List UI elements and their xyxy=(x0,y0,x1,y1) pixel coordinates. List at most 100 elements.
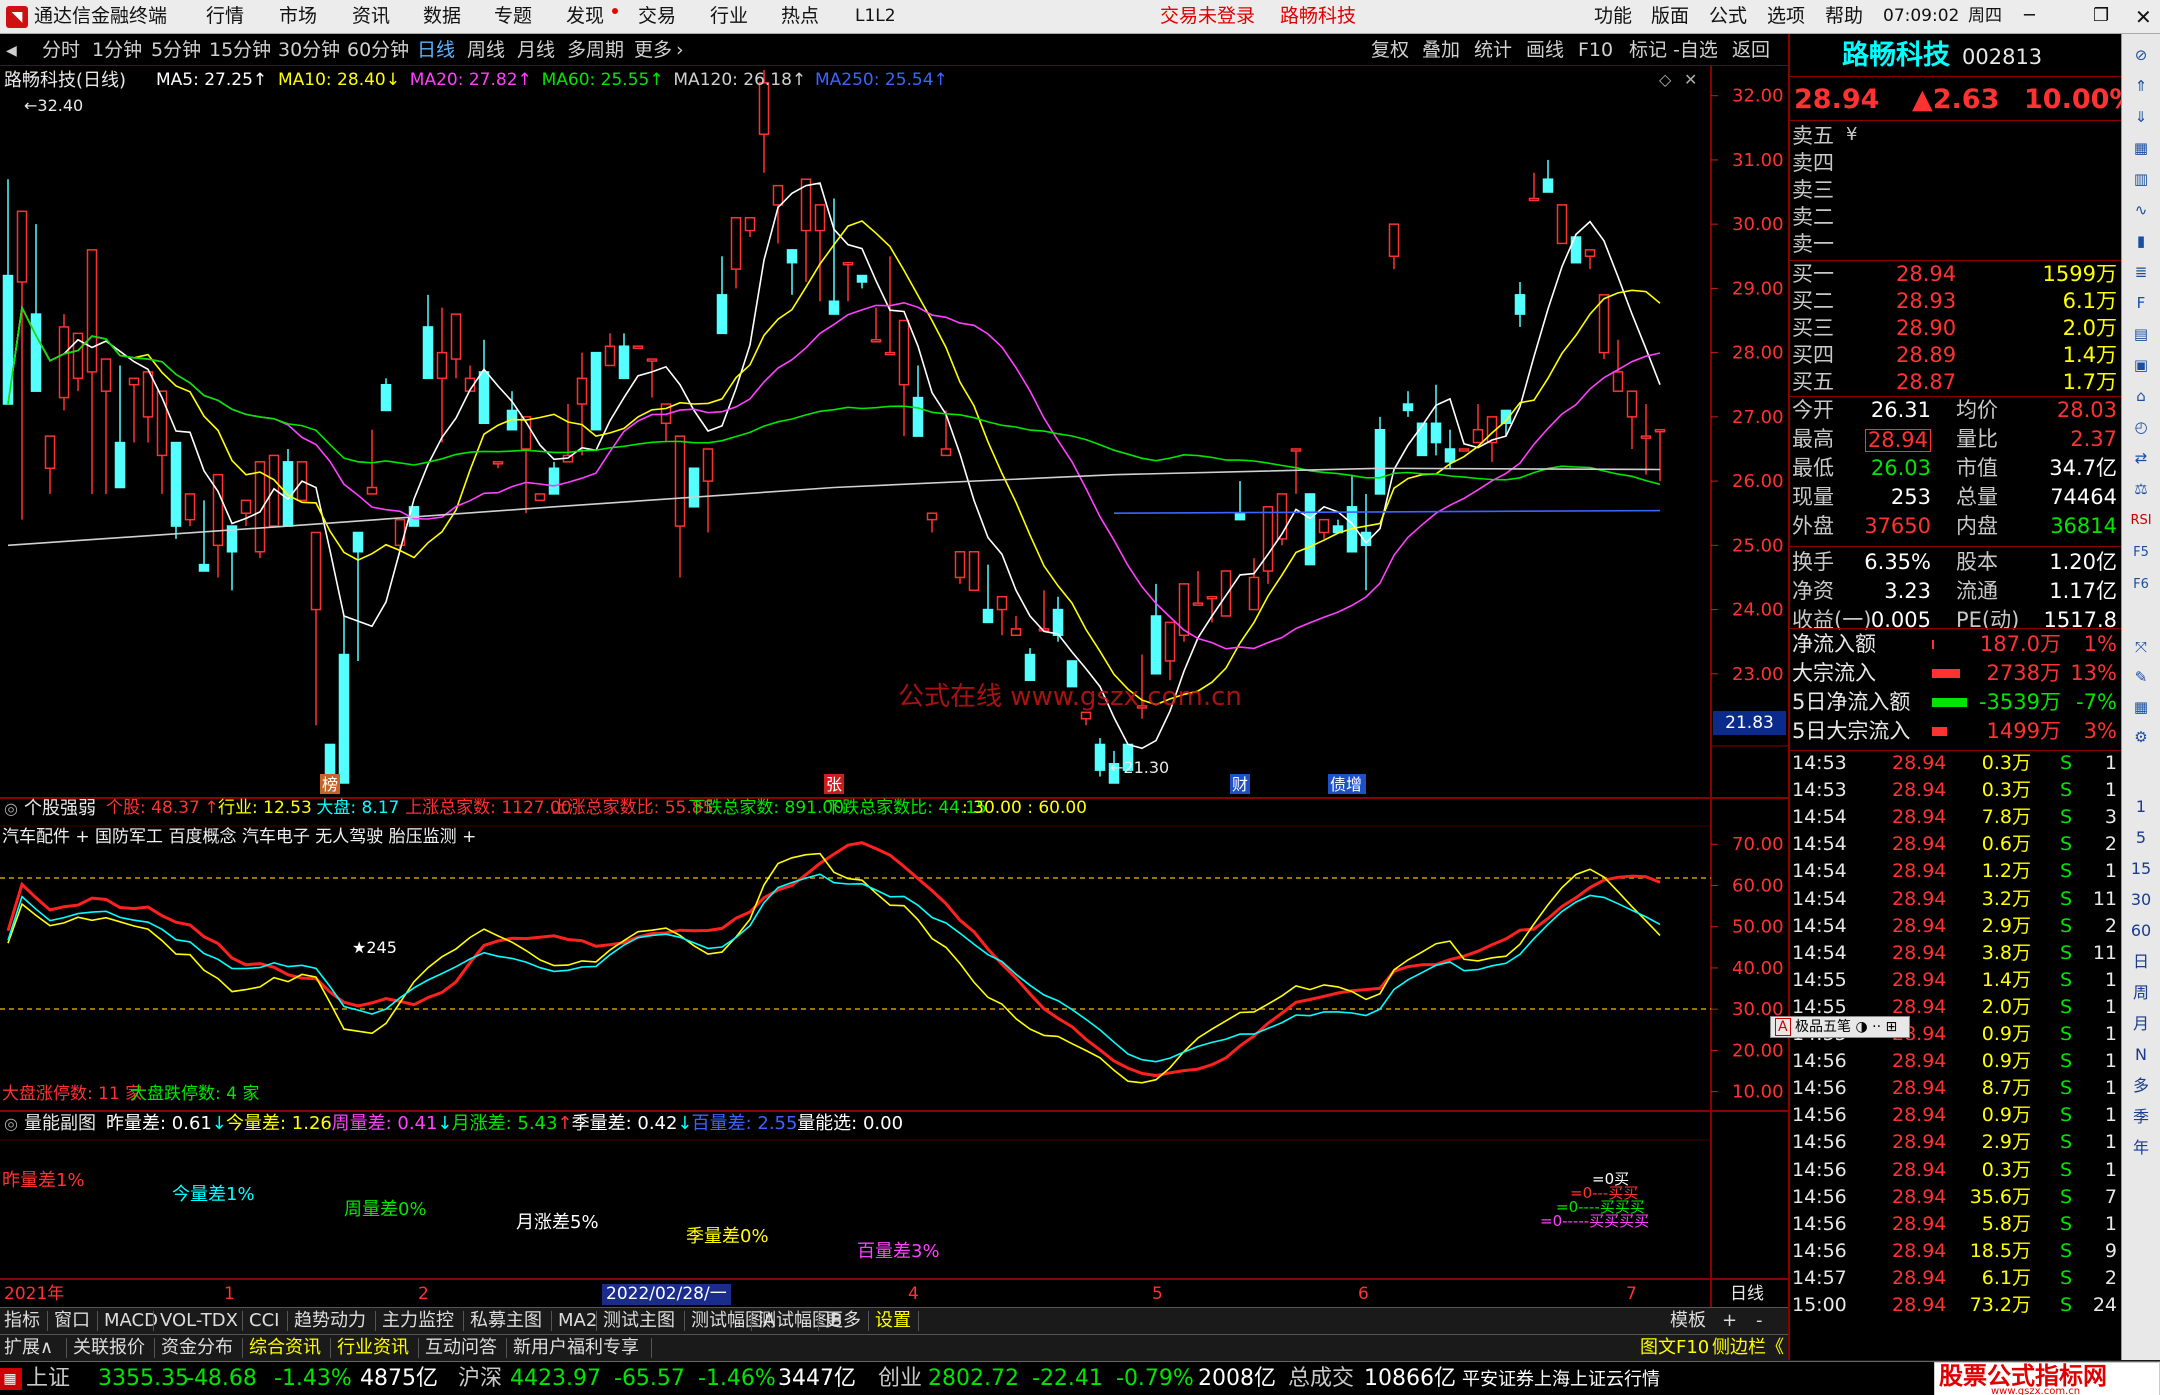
tool-tongji[interactable]: 统计 xyxy=(1474,41,1512,60)
candle-body[interactable] xyxy=(156,390,168,457)
indicator-tab[interactable]: 窗口 xyxy=(54,1312,90,1330)
candle-body[interactable] xyxy=(1206,595,1218,600)
candle-body[interactable] xyxy=(1472,428,1484,444)
status-item[interactable]: 3355.35 xyxy=(98,1368,189,1390)
menu-faxian[interactable]: 发现 xyxy=(566,7,604,26)
settings-icon[interactable]: ⚙ xyxy=(2126,724,2156,750)
tab-monthly[interactable]: 月线 xyxy=(517,41,555,60)
candle-body[interactable] xyxy=(1010,628,1022,637)
close-icon[interactable]: ✕ xyxy=(2135,7,2152,27)
candle-body[interactable] xyxy=(86,249,98,373)
expand-icon[interactable]: ⤧ xyxy=(2126,634,2156,660)
candle-body[interactable] xyxy=(842,261,854,266)
indicator-shortcut-f6[interactable]: F6 xyxy=(2126,572,2156,598)
indicator-tab[interactable]: 私募主图 xyxy=(470,1312,542,1330)
candle-body[interactable] xyxy=(814,204,826,232)
candle-body[interactable] xyxy=(1444,448,1456,463)
arrow-up-icon[interactable]: ⇑ xyxy=(2126,73,2156,99)
panel-toggle-icon[interactable]: ◀ xyxy=(6,44,17,58)
candle-body[interactable] xyxy=(716,294,728,335)
remove-panel-button[interactable]: - xyxy=(1756,1312,1763,1330)
sidebar-period-2[interactable]: 15 xyxy=(2126,856,2156,882)
tab-weekly[interactable]: 周线 xyxy=(467,41,505,60)
tab-more[interactable]: 更多 xyxy=(634,41,672,60)
tick-list[interactable]: 14:53 28.94 0.3万 S 1 14:53 28.94 0.3万 S 1 14:54 28.… xyxy=(1790,750,2121,1358)
menu-level[interactable]: L1L2 xyxy=(855,8,896,25)
candle-body[interactable] xyxy=(30,313,42,392)
status-item[interactable]: 4423.97 xyxy=(510,1368,601,1390)
extension-tab[interactable]: 资金分布 xyxy=(161,1339,233,1357)
candle-body[interactable] xyxy=(702,448,714,482)
candle-body[interactable] xyxy=(786,249,798,264)
candle-body[interactable] xyxy=(590,351,602,431)
candle-body[interactable] xyxy=(1052,608,1064,637)
menu-shuju[interactable]: 数据 xyxy=(423,7,461,26)
status-item[interactable]: -1.43% xyxy=(274,1368,352,1390)
sector-tags[interactable]: 汽车配件 + 国防军工 百度概念 汽车电子 无人驾驶 胎压监测 + xyxy=(2,829,476,846)
menu-xuanxiang[interactable]: 选项 xyxy=(1767,7,1805,26)
tool-huaxian[interactable]: 画线 xyxy=(1526,41,1564,60)
minimize-icon[interactable]: ─ xyxy=(2024,7,2035,25)
extension-tab[interactable]: 互动问答 xyxy=(425,1339,497,1357)
pencil-icon[interactable]: ✎ xyxy=(2126,664,2156,690)
candle-body[interactable] xyxy=(310,531,322,611)
candle-body[interactable] xyxy=(730,216,742,270)
close-indicator-icon[interactable]: ✕ xyxy=(1684,72,1697,88)
scale-icon[interactable]: ⚖ xyxy=(2126,476,2156,502)
table-icon[interactable]: ▦ xyxy=(2126,135,2156,161)
indicator-tab[interactable]: 设置 xyxy=(875,1312,911,1330)
sidebar-period-1[interactable]: 5 xyxy=(2126,825,2156,851)
candle-body[interactable] xyxy=(450,313,462,360)
sidebar-period-10[interactable]: 季 xyxy=(2126,1104,2156,1130)
menu-banmian[interactable]: 版面 xyxy=(1651,7,1689,26)
extension-tab[interactable]: 行业资讯 xyxy=(337,1339,409,1357)
menu-hangye[interactable]: 行业 xyxy=(710,7,748,26)
candle-body[interactable] xyxy=(1626,390,1638,418)
menu-zhuanti[interactable]: 专题 xyxy=(494,7,532,26)
candle-body[interactable] xyxy=(772,184,784,206)
candle-body[interactable] xyxy=(1612,371,1624,392)
status-item[interactable]: 沪深 xyxy=(458,1368,502,1390)
candle-body[interactable] xyxy=(1556,204,1568,245)
candle-body[interactable] xyxy=(884,351,896,356)
candle-body[interactable] xyxy=(870,339,882,343)
box-icon[interactable]: ▣ xyxy=(2126,352,2156,378)
menu-jiaoyi[interactable]: 交易 xyxy=(638,7,676,26)
candle-body[interactable] xyxy=(352,531,364,553)
candle-body[interactable] xyxy=(478,371,490,425)
candle-body[interactable] xyxy=(436,351,448,380)
indicator-tab[interactable]: 主力监控 xyxy=(382,1312,454,1330)
candle-body[interactable] xyxy=(184,493,196,521)
extension-tab[interactable]: 综合资讯 xyxy=(249,1339,321,1357)
menu-gongshi[interactable]: 公式 xyxy=(1709,7,1747,26)
status-item[interactable]: 3447亿 xyxy=(778,1368,856,1390)
candle-body[interactable] xyxy=(1220,570,1232,617)
candle-body[interactable] xyxy=(632,345,644,349)
status-item[interactable]: 2802.72 xyxy=(928,1368,1019,1390)
candle-body[interactable] xyxy=(1640,435,1652,439)
template-button[interactable]: 模板 xyxy=(1670,1312,1706,1330)
candle-body[interactable] xyxy=(338,653,350,784)
indicator-tab[interactable]: 测试主图 xyxy=(603,1312,675,1330)
status-item[interactable]: -22.41 xyxy=(1032,1368,1103,1390)
status-item[interactable]: 10866亿 xyxy=(1364,1368,1456,1390)
candle-body[interactable] xyxy=(1430,422,1442,444)
menu-shichang[interactable]: 市场 xyxy=(279,7,317,26)
status-item[interactable]: 上证 xyxy=(26,1368,70,1390)
candle-body[interactable] xyxy=(142,371,154,418)
tab-multi[interactable]: 多周期 xyxy=(567,41,624,60)
candle-body[interactable] xyxy=(1094,743,1106,771)
candle-body[interactable] xyxy=(1248,576,1260,611)
chart-line-icon[interactable]: ∿ xyxy=(2126,197,2156,223)
candle-body[interactable] xyxy=(674,435,686,527)
indicator-tab[interactable]: VOL-TDX xyxy=(160,1312,238,1330)
side-tab[interactable]: 图文F10 xyxy=(1640,1339,1709,1357)
candle-body[interactable] xyxy=(1598,294,1610,354)
candle-body[interactable] xyxy=(604,345,616,367)
candle-body[interactable] xyxy=(58,326,70,399)
market-icon[interactable]: ▦ xyxy=(0,1368,22,1390)
candle-body[interactable] xyxy=(1276,493,1288,540)
status-item[interactable]: 平安证券上海上证云行情 xyxy=(1462,1371,1660,1389)
extension-tab[interactable]: 关联报价 xyxy=(73,1339,145,1357)
candle-body[interactable] xyxy=(968,551,980,592)
